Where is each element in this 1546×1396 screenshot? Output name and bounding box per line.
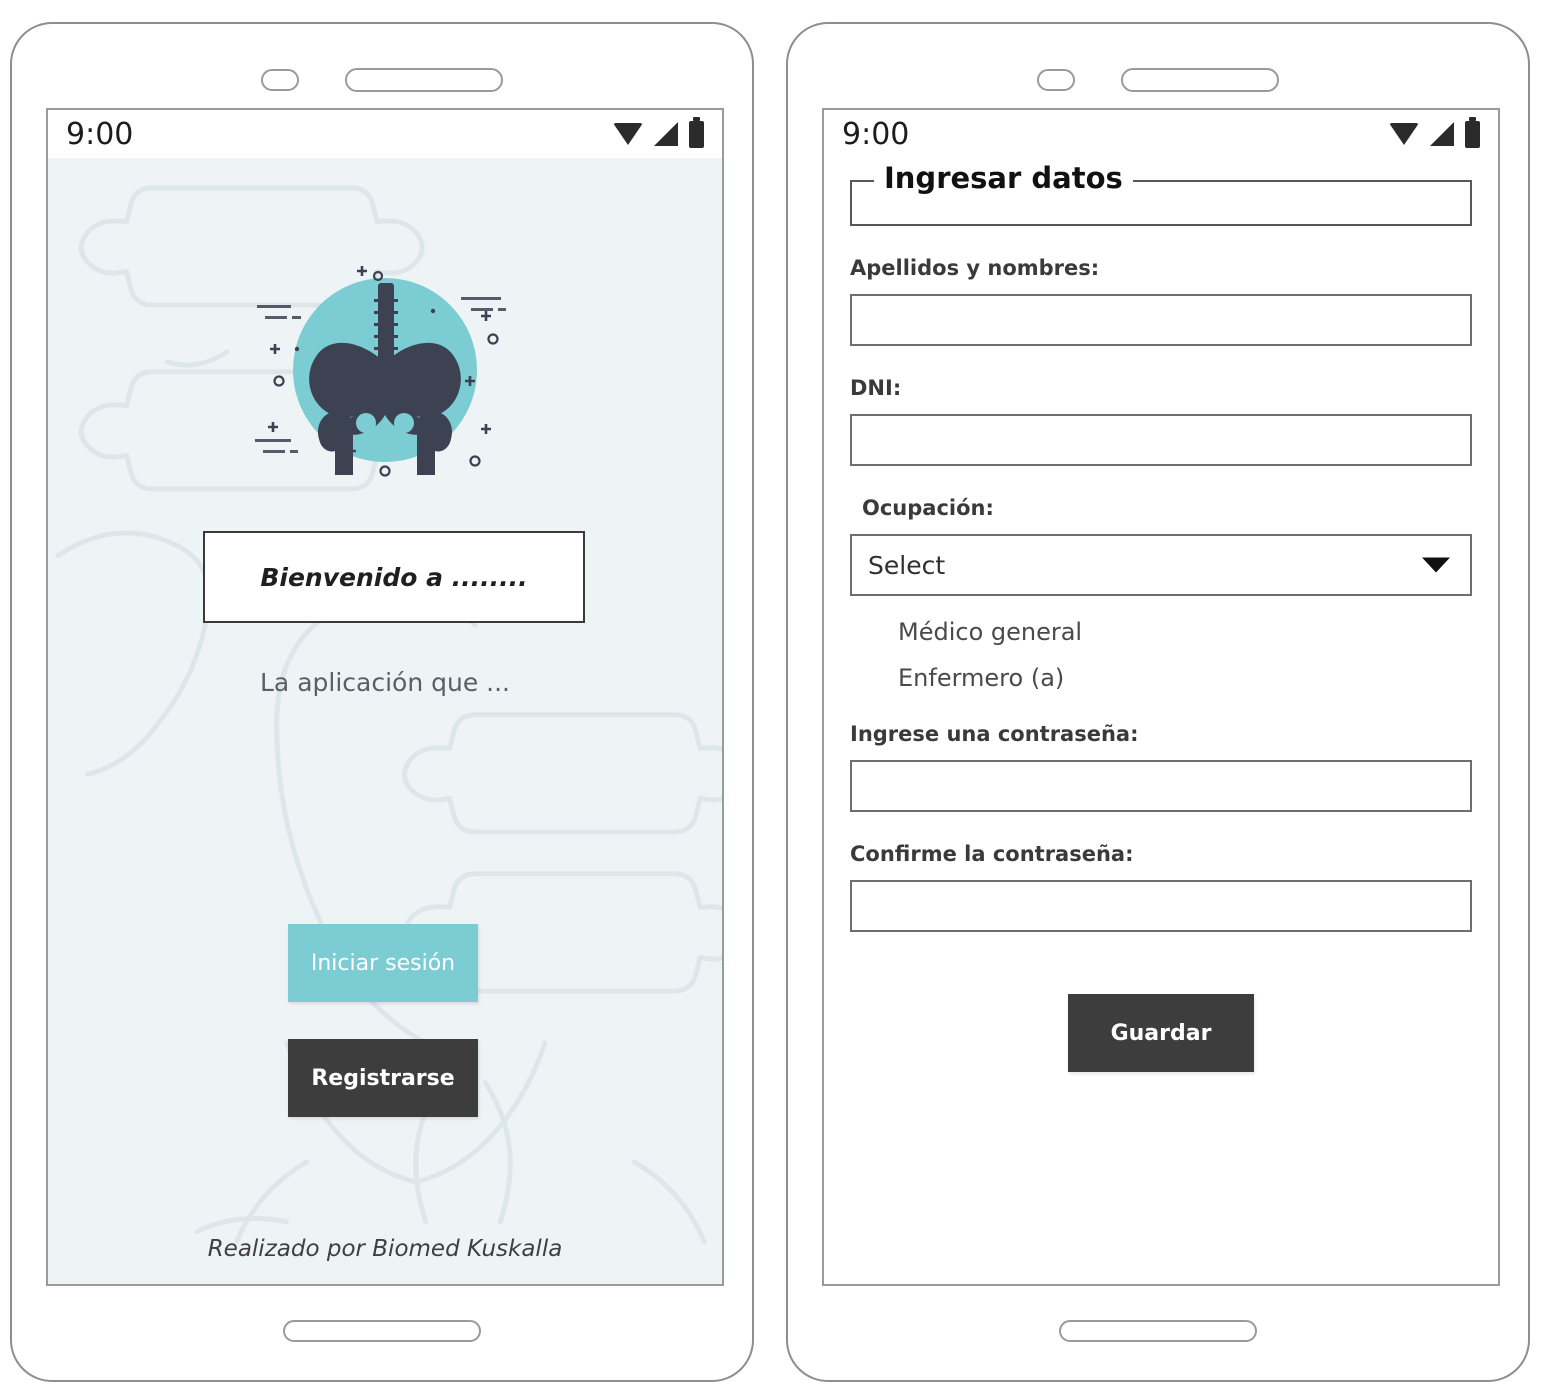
welcome-body: Bienvenido a ........ La aplicación que … bbox=[48, 158, 722, 1284]
form-legend: Ingresar datos bbox=[874, 161, 1133, 195]
password-input[interactable] bbox=[850, 760, 1472, 812]
screenshot-canvas: 9:00 Bienvenido a ........ La aplicación… bbox=[0, 0, 1546, 1396]
password-label: Ingrese una contraseña: bbox=[850, 722, 1139, 746]
occupation-option-list: Médico general Enfermero (a) bbox=[898, 618, 1472, 692]
wifi-icon bbox=[613, 123, 643, 145]
occupation-select[interactable]: Select bbox=[850, 534, 1472, 596]
form-body: Ingresar datos Apellidos y nombres: DNI:… bbox=[824, 158, 1498, 1284]
occupation-selected-value: Select bbox=[868, 550, 946, 580]
status-bar-welcome: 9:00 bbox=[48, 110, 722, 158]
welcome-subtitle: La aplicación que ... bbox=[260, 668, 510, 697]
front-camera-icon bbox=[261, 69, 299, 91]
front-camera-icon bbox=[1037, 69, 1075, 91]
home-indicator-bar bbox=[283, 1320, 481, 1342]
occupation-select-wrap: Select bbox=[850, 534, 1472, 596]
form-fieldset: Ingresar datos bbox=[850, 161, 1472, 226]
phone-frame-form: 9:00 Ingresar datos Apellidos y nombres:… bbox=[786, 22, 1530, 1382]
occupation-option-enfermero[interactable]: Enfermero (a) bbox=[898, 664, 1472, 692]
password-confirm-label: Confirme la contraseña: bbox=[850, 842, 1134, 866]
home-indicator-bar bbox=[1059, 1320, 1257, 1342]
welcome-screen: 9:00 Bienvenido a ........ La aplicación… bbox=[46, 108, 724, 1286]
field-group-dni: DNI: bbox=[850, 376, 1472, 466]
welcome-content: Bienvenido a ........ La aplicación que … bbox=[48, 158, 722, 1284]
register-form-screen: 9:00 Ingresar datos Apellidos y nombres:… bbox=[822, 108, 1500, 1286]
wifi-icon bbox=[1389, 123, 1419, 145]
hero-illustration bbox=[48, 263, 722, 478]
field-group-password: Ingrese una contraseña: bbox=[850, 722, 1472, 812]
field-group-fullname: Apellidos y nombres: bbox=[850, 256, 1472, 346]
signal-icon bbox=[1430, 122, 1454, 146]
login-button[interactable]: Iniciar sesión bbox=[288, 924, 478, 1002]
pelvis-bone-icon bbox=[255, 266, 506, 477]
welcome-title: Bienvenido a ........ bbox=[260, 562, 528, 592]
status-time: 9:00 bbox=[66, 116, 134, 152]
field-group-occupation: Ocupación: Select Médico general Enferme… bbox=[850, 496, 1472, 692]
earpiece-speaker-icon bbox=[345, 68, 503, 92]
battery-icon bbox=[1465, 116, 1480, 148]
register-button[interactable]: Registrarse bbox=[288, 1039, 478, 1117]
status-bar-form: 9:00 bbox=[824, 110, 1498, 158]
phone-notch-row bbox=[12, 68, 752, 92]
welcome-title-box: Bienvenido a ........ bbox=[203, 531, 585, 623]
fullname-label: Apellidos y nombres: bbox=[850, 256, 1100, 280]
signal-icon bbox=[654, 122, 678, 146]
footer-credit: Realizado por Biomed Kuskalla bbox=[207, 1236, 563, 1262]
battery-icon bbox=[689, 116, 704, 148]
status-icon-group bbox=[1389, 116, 1480, 148]
occupation-label: Ocupación: bbox=[862, 496, 994, 520]
field-group-password-confirm: Confirme la contraseña: bbox=[850, 842, 1472, 932]
save-button[interactable]: Guardar bbox=[1068, 994, 1254, 1072]
occupation-option-medico[interactable]: Médico general bbox=[898, 618, 1472, 646]
chevron-down-icon[interactable] bbox=[1422, 557, 1450, 573]
dni-label: DNI: bbox=[850, 376, 902, 400]
status-icon-group bbox=[613, 116, 704, 148]
dni-input[interactable] bbox=[850, 414, 1472, 466]
fullname-input[interactable] bbox=[850, 294, 1472, 346]
earpiece-speaker-icon bbox=[1121, 68, 1279, 92]
password-confirm-input[interactable] bbox=[850, 880, 1472, 932]
phone-notch-row-2 bbox=[788, 68, 1528, 92]
phone-frame-welcome: 9:00 Bienvenido a ........ La aplicación… bbox=[10, 22, 754, 1382]
status-time: 9:00 bbox=[842, 116, 910, 152]
